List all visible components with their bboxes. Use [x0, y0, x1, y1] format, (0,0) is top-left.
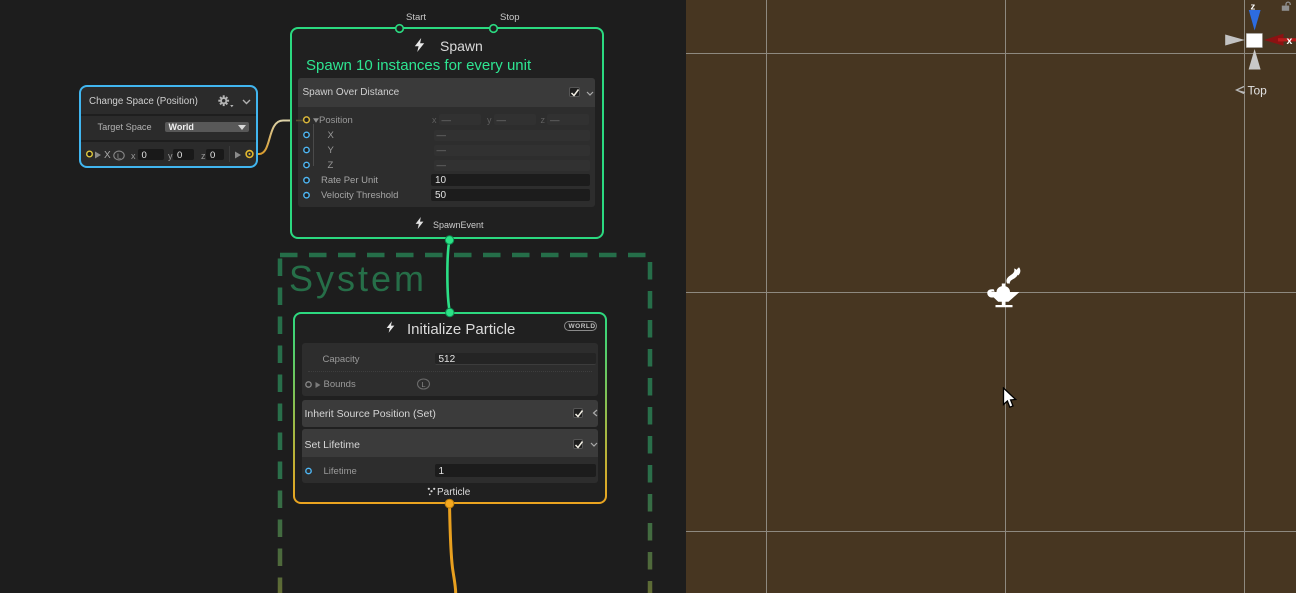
svg-text:System: System [289, 258, 427, 299]
svg-text:z: z [1251, 2, 1256, 13]
svg-text:x: x [1287, 35, 1293, 47]
svg-text:Top: Top [1248, 84, 1268, 98]
svg-text:L: L [421, 380, 425, 389]
svg-text:L: L [117, 151, 121, 160]
